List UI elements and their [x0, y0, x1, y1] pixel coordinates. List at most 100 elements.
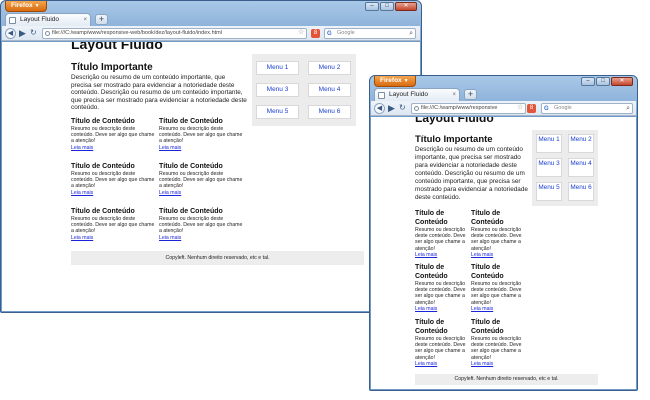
close-window-button[interactable]: ✕ [395, 2, 417, 11]
menu-item-6[interactable]: Menu 6 [308, 105, 351, 119]
reload-icon[interactable]: ↻ [399, 103, 406, 113]
addon-icon[interactable]: 8 [311, 29, 320, 38]
minimize-button[interactable]: – [365, 2, 379, 11]
chevron-down-icon: ▼ [403, 78, 409, 84]
globe-icon [45, 31, 50, 36]
read-more-link[interactable]: Leia mais [471, 361, 523, 368]
menu-item-2[interactable]: Menu 2 [568, 134, 594, 153]
reload-icon[interactable]: ↻ [30, 28, 37, 38]
close-tab-icon[interactable]: × [83, 14, 87, 26]
search-icon[interactable]: ⌕ [626, 104, 630, 113]
address-bar-url: file:///C:/wamp/www/responsive [421, 105, 498, 111]
read-more-link[interactable]: Leia mais [71, 145, 155, 152]
new-tab-button[interactable]: + [95, 14, 108, 25]
content-item-title: Título de Conteúdo [471, 264, 504, 280]
search-box[interactable]: G Google ⌕ [541, 103, 633, 114]
content-item-desc: Resumo ou descrição deste conteúdo. Deve… [415, 227, 466, 252]
read-more-link[interactable]: Leia mais [471, 306, 523, 313]
read-more-link[interactable]: Leia mais [415, 252, 467, 259]
search-placeholder: Google [337, 30, 355, 36]
maximize-button[interactable]: □ [596, 77, 610, 86]
content-item-title: Título de Conteúdo [415, 264, 448, 280]
menu-item-6[interactable]: Menu 6 [568, 182, 594, 201]
close-window-button[interactable]: ✕ [611, 77, 633, 86]
content-item: Título de Conteúdo Resumo ou descrição d… [71, 207, 155, 242]
content-item-desc: Resumo ou descrição deste conteúdo. Deve… [415, 336, 466, 361]
back-arrow-icon[interactable]: ◀ [374, 103, 385, 114]
forward-arrow-icon[interactable]: ▶ [388, 103, 395, 113]
search-icon[interactable]: ⌕ [409, 29, 413, 38]
content-item: Título de Conteúdo Resumo ou descrição d… [159, 162, 243, 197]
content-item-desc: Resumo ou descrição deste conteúdo. Deve… [71, 171, 155, 190]
bookmark-star-icon[interactable]: ☆ [517, 103, 523, 113]
address-bar[interactable]: file:///C:/wamp/www/responsive-web/book/… [42, 28, 307, 39]
minimize-button[interactable]: – [581, 77, 595, 86]
read-more-link[interactable]: Leia mais [159, 190, 243, 197]
menu-item-1[interactable]: Menu 1 [536, 134, 562, 153]
addon-icon[interactable]: 8 [527, 104, 536, 113]
menu-item-4[interactable]: Menu 4 [568, 158, 594, 177]
menu-item-3[interactable]: Menu 3 [256, 83, 299, 97]
page-title: Layout Fluido [415, 117, 494, 125]
google-icon: G [544, 106, 549, 112]
tab-title: Layout Fluido [20, 16, 60, 23]
firefox-menu-button[interactable]: Firefox ▼ [5, 1, 47, 12]
content-item-desc: Resumo ou descrição deste conteúdo. Deve… [415, 281, 466, 306]
content-item-desc: Resumo ou descrição deste conteúdo. Deve… [471, 281, 522, 306]
read-more-link[interactable]: Leia mais [159, 235, 243, 242]
menu-item-3[interactable]: Menu 3 [536, 158, 562, 177]
navigation-toolbar: ◀ ▶ ↻ file:///C:/wamp/www/responsive ☆ 8… [371, 101, 636, 116]
menu-item-4[interactable]: Menu 4 [308, 83, 351, 97]
read-more-link[interactable]: Leia mais [159, 145, 243, 152]
address-bar[interactable]: file:///C:/wamp/www/responsive [411, 103, 526, 114]
menu-item-1[interactable]: Menu 1 [256, 61, 299, 75]
page-footer: Copyleft. Nenhum direito reservado, etc … [71, 251, 364, 265]
content-item-title: Título de Conteúdo [415, 210, 448, 226]
navigation-toolbar: ◀ ▶ ↻ file:///C:/wamp/www/responsive-web… [2, 26, 420, 41]
back-arrow-icon[interactable]: ◀ [5, 28, 16, 39]
bookmark-star-icon[interactable]: ☆ [298, 28, 304, 38]
menu-item-5[interactable]: Menu 5 [536, 182, 562, 201]
content-item: Título de Conteúdo Resumo ou descrição d… [471, 264, 523, 313]
content-item-title: Título de Conteúdo [71, 208, 135, 215]
content-item-title: Título de Conteúdo [159, 118, 223, 125]
lead-title: Título Importante [415, 134, 493, 145]
content-item: Título de Conteúdo Resumo ou descrição d… [159, 117, 243, 152]
chevron-down-icon: ▼ [34, 3, 40, 9]
search-box[interactable]: G Google ⌕ [324, 28, 416, 39]
globe-icon [414, 106, 419, 111]
tab-title: Layout Fluido [389, 91, 429, 98]
content-item: Título de Conteúdo Resumo ou descrição d… [415, 319, 467, 368]
content-item-desc: Resumo ou descrição deste conteúdo. Deve… [159, 216, 243, 235]
content-item-title: Título de Conteúdo [471, 210, 504, 226]
read-more-link[interactable]: Leia mais [415, 306, 467, 313]
menu-item-2[interactable]: Menu 2 [308, 61, 351, 75]
lead-title: Título Importante [71, 62, 153, 73]
firefox-menu-button[interactable]: Firefox ▼ [374, 76, 416, 87]
content-item-desc: Resumo ou descrição deste conteúdo. Deve… [159, 126, 243, 145]
page-footer: Copyleft. Nenhum direito reservado, etc … [415, 374, 598, 385]
content-item-title: Título de Conteúdo [471, 319, 504, 335]
content-item-desc: Resumo ou descrição deste conteúdo. Deve… [71, 216, 155, 235]
menu-item-5[interactable]: Menu 5 [256, 105, 299, 119]
read-more-link[interactable]: Leia mais [415, 361, 467, 368]
content-item-title: Título de Conteúdo [71, 163, 135, 170]
page-favicon-icon [9, 17, 16, 24]
page-favicon-icon [378, 92, 385, 99]
menu-panel: Menu 1 Menu 2 Menu 3 Menu 4 Menu 5 Menu … [252, 54, 356, 126]
content-item-desc: Resumo ou descrição deste conteúdo. Deve… [159, 171, 243, 190]
maximize-button[interactable]: □ [380, 2, 394, 11]
content-item-title: Título de Conteúdo [159, 163, 223, 170]
page-viewport: Layout Fluido Título Importante Descriçã… [2, 42, 420, 311]
read-more-link[interactable]: Leia mais [471, 252, 523, 259]
window-controls: – □ ✕ [365, 2, 417, 11]
close-tab-icon[interactable]: × [452, 89, 456, 101]
content-item-desc: Resumo ou descrição deste conteúdo. Deve… [71, 126, 155, 145]
forward-arrow-icon[interactable]: ▶ [19, 28, 26, 38]
read-more-link[interactable]: Leia mais [71, 190, 155, 197]
tab-layout-fluido[interactable]: Layout Fluido × [5, 13, 91, 26]
tab-layout-fluido[interactable]: Layout Fluido × [374, 88, 460, 101]
new-tab-button[interactable]: + [464, 89, 477, 100]
read-more-link[interactable]: Leia mais [71, 235, 155, 242]
browser-window-narrow: Firefox ▼ – □ ✕ Layout Fluido × + ◀ ▶ ↻ f… [369, 75, 638, 391]
